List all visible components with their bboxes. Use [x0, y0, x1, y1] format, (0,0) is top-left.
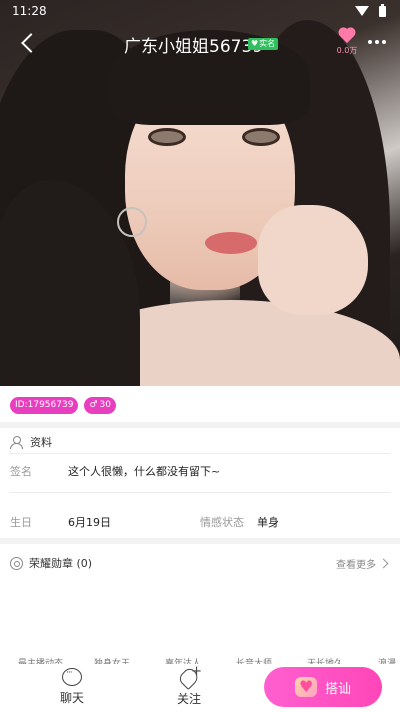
chat-icon [62, 668, 82, 686]
signature-value: 这个人很懒，什么都没有留下~ [68, 465, 221, 478]
status-time: 11:28 [12, 4, 47, 18]
follow-heart-plus-icon [178, 664, 202, 687]
wifi-icon [355, 6, 369, 16]
chevron-right-icon [378, 558, 389, 569]
id-badge: ID:17956739 [10, 397, 79, 414]
medal-icon [10, 556, 23, 570]
verified-heart-icon: ♥ [251, 39, 259, 48]
photo-hand [258, 205, 368, 315]
info-section-header: 资料 [10, 434, 52, 450]
follow-tab[interactable]: 关注 [159, 664, 219, 707]
photo-earring [117, 207, 147, 237]
verified-badge: ♥ 实名 [248, 38, 279, 50]
verified-label: 实名 [259, 39, 276, 48]
like-button[interactable]: 0.0万 [336, 28, 358, 56]
battery-icon [379, 3, 386, 17]
divider [10, 453, 390, 454]
level-badge-label: 30 [99, 400, 111, 410]
like-count: 0.0万 [336, 46, 358, 55]
heart-icon [338, 28, 356, 44]
heart-icon [294, 677, 317, 697]
medals-title: 荣耀勋章 (0) [29, 557, 93, 570]
chat-up-button[interactable]: 搭讪 [264, 667, 382, 707]
relationship-value: 单身 [257, 516, 279, 529]
see-more-link[interactable]: 查看更多 [336, 556, 389, 571]
section-divider [0, 538, 400, 544]
status-icons [355, 3, 386, 17]
level-badge: ♂ 30 [84, 397, 116, 414]
bottom-bar: 聊天 关注 搭讪 [0, 664, 400, 712]
more-dot-icon [368, 40, 372, 44]
badge-row: ID:17956739 ♂ 30 [10, 397, 116, 414]
chat-label: 聊天 [59, 691, 84, 705]
signature-label: 签名 [10, 465, 32, 478]
photo-eye-left [148, 128, 186, 146]
more-button[interactable] [368, 40, 386, 44]
status-bar: 11:28 [0, 0, 400, 22]
relationship-label: 情感状态 [200, 516, 244, 529]
see-more-label: 查看更多 [336, 560, 376, 571]
more-dot-icon [375, 40, 379, 44]
page-title: 广东小姐姐56739 [124, 37, 264, 57]
more-dot-icon [382, 40, 386, 44]
medals-section-header: 荣耀勋章 (0) [10, 555, 92, 571]
section-divider [0, 422, 400, 428]
photo-lips [205, 232, 257, 254]
chat-up-label: 搭讪 [324, 681, 351, 697]
back-button[interactable] [18, 32, 40, 54]
level-icon: ♂ [89, 400, 98, 410]
top-nav: 广东小姐姐56739 ♥ 实名 0.0万 [0, 22, 400, 66]
profile-screen: 11:28 广东小姐姐56739 ♥ 实名 0.0万 ID:17956739 ♂… [0, 0, 400, 712]
chat-tab[interactable]: 聊天 [42, 668, 102, 706]
follow-label: 关注 [176, 692, 201, 706]
divider [10, 492, 390, 493]
birthday-value: 6月19日 [68, 516, 111, 529]
photo-eye-right [242, 128, 280, 146]
id-badge-label: ID:17956739 [15, 400, 74, 410]
info-section-title: 资料 [30, 436, 52, 449]
user-icon [10, 436, 24, 449]
birthday-label: 生日 [10, 516, 32, 529]
